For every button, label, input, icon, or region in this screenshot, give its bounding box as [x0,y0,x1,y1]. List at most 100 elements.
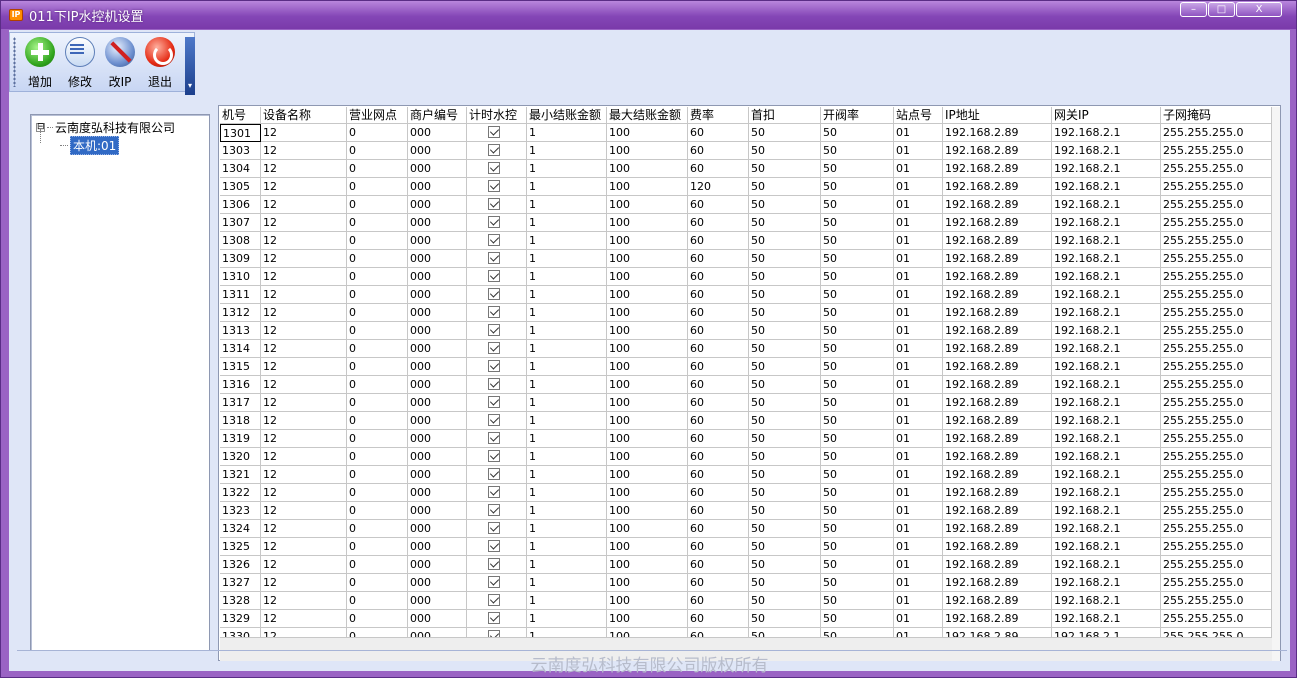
table-cell[interactable]: 50 [821,358,894,376]
timed-control-cell[interactable] [467,196,527,214]
table-cell[interactable]: 60 [688,304,749,322]
table-cell[interactable]: 01 [894,394,943,412]
table-cell[interactable]: 100 [607,556,688,574]
table-row[interactable]: 1329 12 0 000 1 100 60 50 50 01 192.168.2.89 192.16… [220,610,1272,628]
table-cell[interactable]: 255.255.255.0 [1161,574,1272,592]
column-header[interactable]: 首扣 [749,107,821,124]
table-cell[interactable]: 000 [408,520,467,538]
timed-control-cell[interactable] [467,268,527,286]
table-cell[interactable]: 1 [527,268,607,286]
table-cell[interactable]: 000 [408,394,467,412]
table-cell[interactable]: 01 [894,178,943,196]
table-cell[interactable]: 60 [688,268,749,286]
table-cell[interactable]: 1 [527,304,607,322]
table-cell[interactable]: 01 [894,250,943,268]
table-cell[interactable]: 12 [261,340,347,358]
table-cell[interactable]: 01 [894,340,943,358]
column-header[interactable]: 营业网点 [347,107,408,124]
table-cell[interactable]: 000 [408,196,467,214]
table-cell[interactable]: 255.255.255.0 [1161,376,1272,394]
edit-button[interactable]: 修改 [60,33,100,91]
table-row[interactable]: 1303 12 0 000 1 100 60 50 50 01 192.168.2.89 192.16… [220,142,1272,160]
table-cell[interactable]: 60 [688,250,749,268]
table-cell[interactable]: 192.168.2.1 [1052,502,1161,520]
table-cell[interactable]: 192.168.2.89 [943,502,1052,520]
table-cell[interactable]: 0 [347,214,408,232]
table-cell[interactable]: 50 [749,250,821,268]
table-cell[interactable]: 100 [607,502,688,520]
table-cell[interactable]: 1 [527,448,607,466]
table-cell[interactable]: 60 [688,340,749,358]
table-cell[interactable]: 12 [261,232,347,250]
table-cell[interactable]: 12 [261,250,347,268]
table-cell[interactable]: 1312 [220,304,261,322]
table-cell[interactable]: 0 [347,322,408,340]
table-cell[interactable]: 000 [408,574,467,592]
table-cell[interactable]: 255.255.255.0 [1161,628,1272,637]
timed-control-cell[interactable] [467,502,527,520]
table-cell[interactable]: 0 [347,574,408,592]
checkbox-checked-icon[interactable] [488,216,500,228]
table-row[interactable]: 1324 12 0 000 1 100 60 50 50 01 192.168.2.89 192.16… [220,520,1272,538]
table-row[interactable]: 1322 12 0 000 1 100 60 50 50 01 192.168.2.89 192.16… [220,484,1272,502]
checkbox-checked-icon[interactable] [488,252,500,264]
table-cell[interactable]: 1313 [220,322,261,340]
table-cell[interactable]: 12 [261,430,347,448]
table-cell[interactable]: 50 [821,610,894,628]
table-cell[interactable]: 60 [688,394,749,412]
table-cell[interactable]: 50 [821,394,894,412]
checkbox-checked-icon[interactable] [488,270,500,282]
table-cell[interactable]: 192.168.2.1 [1052,484,1161,502]
table-cell[interactable]: 60 [688,484,749,502]
table-row[interactable]: 1315 12 0 000 1 100 60 50 50 01 192.168.2.89 192.16… [220,358,1272,376]
table-cell[interactable]: 1307 [220,214,261,232]
close-button[interactable]: X [1236,2,1282,17]
table-cell[interactable]: 192.168.2.1 [1052,124,1161,142]
checkbox-checked-icon[interactable] [488,342,500,354]
table-cell[interactable]: 255.255.255.0 [1161,178,1272,196]
checkbox-checked-icon[interactable] [488,414,500,426]
table-cell[interactable]: 100 [607,592,688,610]
table-cell[interactable]: 50 [821,214,894,232]
table-row[interactable]: 1310 12 0 000 1 100 60 50 50 01 192.168.2.89 192.16… [220,268,1272,286]
table-cell[interactable]: 192.168.2.89 [943,178,1052,196]
table-cell[interactable]: 50 [749,286,821,304]
table-cell[interactable]: 1323 [220,502,261,520]
table-row[interactable]: 1325 12 0 000 1 100 60 50 50 01 192.168.2.89 192.16… [220,538,1272,556]
table-cell[interactable]: 60 [688,376,749,394]
table-cell[interactable]: 192.168.2.89 [943,592,1052,610]
table-cell[interactable]: 1310 [220,268,261,286]
table-cell[interactable]: 0 [347,124,408,142]
table-cell[interactable]: 100 [607,466,688,484]
table-cell[interactable]: 50 [749,376,821,394]
table-cell[interactable]: 50 [749,358,821,376]
table-cell[interactable]: 192.168.2.89 [943,124,1052,142]
table-cell[interactable]: 192.168.2.89 [943,538,1052,556]
checkbox-checked-icon[interactable] [488,324,500,336]
table-cell[interactable]: 000 [408,538,467,556]
table-cell[interactable]: 192.168.2.1 [1052,358,1161,376]
table-cell[interactable]: 192.168.2.1 [1052,322,1161,340]
table-cell[interactable]: 000 [408,466,467,484]
table-cell[interactable]: 12 [261,574,347,592]
table-cell[interactable]: 12 [261,124,347,142]
timed-control-cell[interactable] [467,610,527,628]
table-cell[interactable]: 60 [688,214,749,232]
table-cell[interactable]: 100 [607,232,688,250]
table-cell[interactable]: 100 [607,124,688,142]
table-cell[interactable]: 50 [749,502,821,520]
table-cell[interactable]: 100 [607,250,688,268]
table-cell[interactable]: 100 [607,178,688,196]
table-row[interactable]: 1301 12 0 000 1 100 60 50 50 01 192.168.2.89 192.16… [220,124,1272,142]
table-cell[interactable]: 000 [408,232,467,250]
table-cell[interactable]: 1 [527,556,607,574]
table-cell[interactable]: 60 [688,520,749,538]
table-cell[interactable]: 50 [749,556,821,574]
table-cell[interactable]: 50 [821,304,894,322]
table-cell[interactable]: 000 [408,610,467,628]
table-cell[interactable]: 60 [688,628,749,637]
table-cell[interactable]: 000 [408,502,467,520]
table-cell[interactable]: 1 [527,142,607,160]
timed-control-cell[interactable] [467,358,527,376]
table-cell[interactable]: 100 [607,214,688,232]
